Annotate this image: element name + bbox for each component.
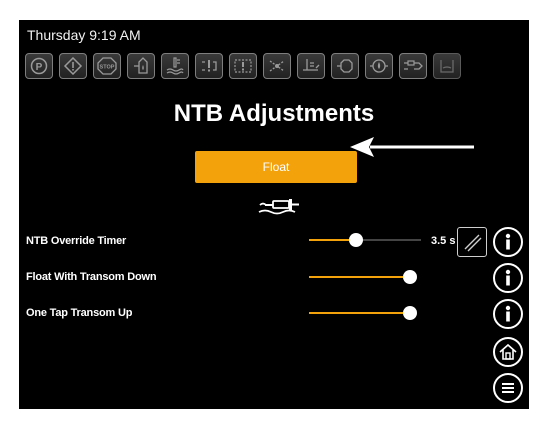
slash-icon xyxy=(464,234,482,252)
water-temp-icon[interactable] xyxy=(161,53,189,79)
stop-icon[interactable]: STOP xyxy=(93,53,121,79)
trim-tab-icon xyxy=(258,199,299,215)
override-timer-slider[interactable] xyxy=(309,233,421,247)
steering-alert-icon[interactable] xyxy=(263,53,291,79)
slider-fill xyxy=(309,312,410,314)
setting-label: One Tap Transom Up xyxy=(26,307,133,319)
trim-tab-icon[interactable] xyxy=(399,53,427,79)
bilge-icon[interactable] xyxy=(433,53,461,79)
clock: Thursday 9:19 AM xyxy=(27,27,141,43)
drivetrain-alert-icon[interactable] xyxy=(229,53,257,79)
engine-alert-icon[interactable] xyxy=(195,53,223,79)
float-mode-button[interactable]: Float xyxy=(195,151,357,183)
info-icon xyxy=(505,305,511,322)
menu-icon xyxy=(502,383,514,393)
alert-toolbar: P STOP xyxy=(25,53,467,81)
parking-icon[interactable]: P xyxy=(25,53,53,79)
info-button[interactable] xyxy=(493,227,523,257)
info-button[interactable] xyxy=(493,263,523,293)
slider-thumb[interactable] xyxy=(349,233,364,247)
info-icon xyxy=(505,269,511,286)
menu-button[interactable] xyxy=(493,373,523,403)
slider-thumb[interactable] xyxy=(403,306,417,320)
slider-thumb[interactable] xyxy=(403,270,417,284)
float-mode-label: Float xyxy=(262,160,290,174)
home-button[interactable] xyxy=(493,337,523,367)
page-title: NTB Adjustments xyxy=(173,100,375,127)
home-icon xyxy=(499,343,517,360)
warning-icon[interactable] xyxy=(59,53,87,79)
svg-text:STOP: STOP xyxy=(100,65,115,71)
info-button[interactable] xyxy=(493,299,523,329)
slider-fill xyxy=(309,276,410,278)
callout-arrow-icon xyxy=(350,137,474,157)
fuel-icon[interactable] xyxy=(127,53,155,79)
reset-timer-button[interactable] xyxy=(457,227,487,257)
float-transom-down-slider[interactable] xyxy=(309,270,417,284)
setting-label: NTB Override Timer xyxy=(26,235,127,247)
display-screen: Thursday 9:19 AM P STOP NTB Adjustments … xyxy=(19,20,529,409)
one-tap-transom-up-slider[interactable] xyxy=(309,306,417,320)
info-icon xyxy=(505,233,511,250)
oil-pressure-icon[interactable] xyxy=(297,53,325,79)
svg-text:P: P xyxy=(36,62,43,73)
setting-label: Float With Transom Down xyxy=(26,271,157,283)
override-timer-value: 3.5 s xyxy=(431,235,456,247)
oil-icon[interactable] xyxy=(365,53,393,79)
throttle-icon[interactable] xyxy=(331,53,359,79)
